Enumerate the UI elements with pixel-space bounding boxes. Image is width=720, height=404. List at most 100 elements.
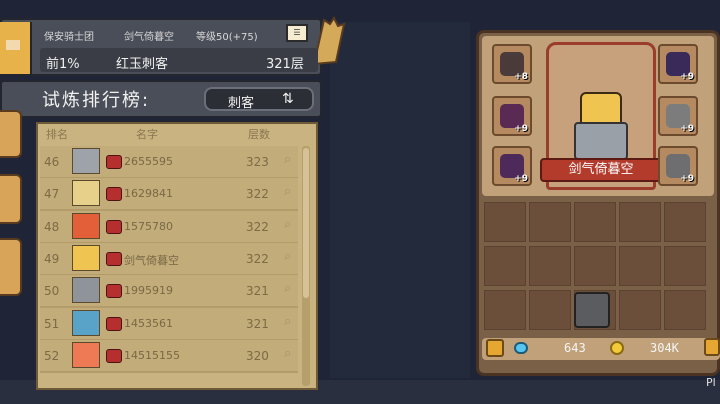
magnifier-icon[interactable]: ⌕: [284, 314, 291, 329]
side-tab-1[interactable]: [0, 110, 22, 158]
player-level: 等级50(+75): [196, 32, 258, 43]
player-name: 剑气倚暮空: [124, 32, 174, 43]
row-name: 14515155: [124, 348, 180, 362]
row-name: 剑气倚暮空: [124, 253, 179, 267]
inventory-cell[interactable]: [484, 246, 526, 286]
inventory-cell[interactable]: [574, 246, 616, 286]
inventory-cell[interactable]: [664, 202, 706, 242]
row-avatar: [72, 341, 100, 368]
row-avatar: [72, 148, 100, 174]
treasure-bag-icon: [106, 187, 122, 202]
gem-count: 643: [564, 341, 586, 355]
magnifier-icon[interactable]: ⌕: [284, 281, 291, 296]
row-floors: 321: [246, 316, 269, 331]
header-name: 名字: [136, 128, 158, 141]
leaderboard-row[interactable]: 51 1453561 321 ⌕: [40, 307, 298, 341]
row-avatar: [72, 244, 100, 271]
leaderboard-row[interactable]: 47 1629841 322 ⌕: [40, 178, 298, 212]
row-name: 1995919: [124, 284, 173, 298]
inventory-cell[interactable]: [619, 290, 661, 330]
inventory-cell[interactable]: [529, 202, 571, 242]
row-name: 1453561: [124, 316, 173, 330]
inventory-cell[interactable]: [664, 290, 706, 330]
row-avatar: [72, 277, 100, 304]
class-title: 红玉刺客: [116, 57, 169, 72]
enhance-level: +8: [514, 72, 528, 82]
menu-grid-icon[interactable]: [704, 338, 720, 356]
gem-icon: [514, 342, 528, 354]
magnifier-icon[interactable]: ⌕: [284, 184, 291, 199]
coin-icon: [610, 341, 624, 355]
magnifier-icon[interactable]: ⌕: [284, 249, 291, 264]
side-tab-2[interactable]: [0, 174, 22, 224]
equipment-slot[interactable]: +9: [658, 96, 698, 136]
hero-armor: [574, 122, 628, 160]
row-floors: 321: [246, 284, 269, 299]
row-rank: 46: [44, 155, 60, 169]
treasure-bag-icon: [106, 284, 122, 299]
rank-percent: 前1%: [46, 57, 80, 72]
inventory-cell[interactable]: [529, 290, 571, 330]
treasure-bag-icon: [106, 348, 122, 363]
inventory-cell[interactable]: [619, 246, 661, 286]
leaderboard-row[interactable]: 52 14515155 320 ⌕: [40, 339, 298, 373]
leaderboard-row[interactable]: 49 剑气倚暮空 322 ⌕: [40, 242, 298, 276]
magnifier-icon[interactable]: ⌕: [284, 346, 291, 361]
treasure-bag-icon: [106, 155, 122, 169]
side-tab-3[interactable]: [0, 238, 22, 296]
inventory-cell[interactable]: [484, 202, 526, 242]
row-floors: 322: [246, 187, 269, 202]
corner-text: Pl: [706, 376, 716, 389]
inventory-cell[interactable]: [574, 202, 616, 242]
row-rank: 50: [44, 284, 60, 299]
equipment-slot[interactable]: +8: [492, 44, 532, 84]
coin-count: 304K: [650, 341, 679, 355]
background-wall: [330, 22, 470, 378]
row-rank: 52: [44, 348, 60, 363]
equipment-slot[interactable]: +9: [658, 146, 698, 186]
inventory-cell[interactable]: [484, 290, 526, 330]
treasure-bag-icon: [106, 251, 122, 266]
leaderboard-row[interactable]: 46 2655595 323 ⌕: [40, 146, 298, 179]
row-floors: 323: [246, 155, 269, 169]
row-floors: 320: [246, 348, 269, 363]
scrollbar-thumb[interactable]: [303, 148, 309, 298]
equipment-slot[interactable]: +9: [492, 146, 532, 186]
header-rank: 排名: [46, 128, 68, 141]
lock-icon[interactable]: [486, 339, 504, 357]
leaderboard-row[interactable]: 50 1995919 321 ⌕: [40, 275, 298, 309]
swap-arrows-icon: ⇅: [282, 91, 294, 107]
class-filter-button[interactable]: 刺客 ⇅: [204, 87, 314, 111]
guild-name: 保安骑士团: [44, 32, 94, 43]
inventory-helmet-item[interactable]: [574, 292, 610, 328]
equipment-slot[interactable]: +9: [658, 44, 698, 84]
player-avatar: [0, 22, 32, 74]
player-floor: 321层: [266, 57, 304, 72]
enhance-level: +9: [680, 174, 694, 184]
bookmark-icon[interactable]: ☰: [286, 24, 308, 42]
class-filter-label: 刺客: [228, 96, 255, 111]
magnifier-icon[interactable]: ⌕: [284, 152, 291, 167]
inventory-cell[interactable]: [619, 202, 661, 242]
inventory-cell[interactable]: [664, 246, 706, 286]
row-avatar: [72, 212, 100, 239]
row-avatar: [72, 309, 100, 336]
leaderboard-header: 排名 名字 层数: [40, 126, 310, 144]
enhance-level: +9: [514, 124, 528, 134]
leaderboard-title: 试炼排行榜:: [42, 90, 151, 111]
row-floors: 322: [246, 251, 269, 266]
row-floors: 322: [246, 219, 269, 234]
row-name: 1575780: [124, 219, 173, 233]
equipment-slot[interactable]: +9: [492, 96, 532, 136]
row-rank: 51: [44, 316, 60, 331]
row-avatar: [72, 180, 100, 207]
row-rank: 47: [44, 187, 60, 202]
leaderboard-row[interactable]: 48 1575780 322 ⌕: [40, 210, 298, 244]
enhance-level: +9: [514, 174, 528, 184]
row-name: 2655595: [124, 155, 173, 168]
treasure-bag-icon: [106, 219, 122, 234]
enhance-level: +9: [680, 72, 694, 82]
inventory-cell[interactable]: [529, 246, 571, 286]
header-floors: 层数: [248, 128, 270, 141]
magnifier-icon[interactable]: ⌕: [284, 217, 291, 232]
